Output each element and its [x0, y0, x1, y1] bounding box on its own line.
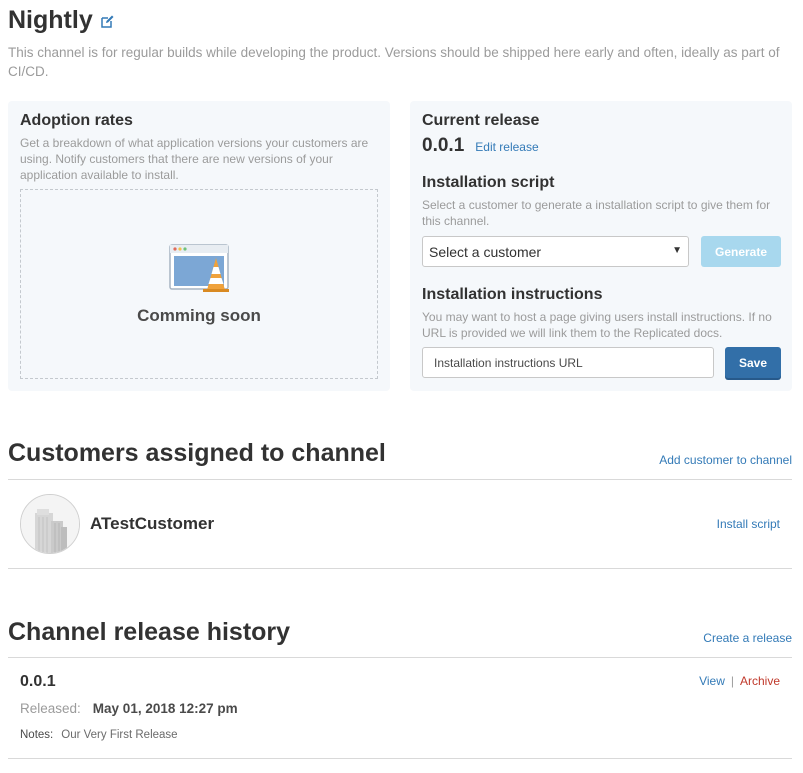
separator: | [730, 674, 734, 688]
installation-instructions-title: Installation instructions [422, 286, 603, 303]
add-customer-link[interactable]: Add customer to channel [659, 453, 792, 467]
customer-select-value: Select a customer [429, 244, 542, 260]
customer-name[interactable]: ATestCustomer [90, 514, 214, 534]
adoption-title: Adoption rates [20, 112, 133, 129]
release-version: 0.0.1 [20, 673, 56, 690]
current-release-title: Current release [422, 112, 540, 129]
released-date: May 01, 2018 12:27 pm [92, 701, 238, 716]
edit-icon[interactable] [100, 14, 115, 29]
release-notes-row: Notes: Our Very First Release [20, 729, 178, 741]
page-title: Nightly [8, 6, 93, 34]
coming-soon-label: Comming soon [137, 306, 261, 325]
channel-header: Nightly [8, 6, 115, 35]
customers-section-title: Customers assigned to channel [8, 439, 386, 467]
archive-release-link[interactable]: Archive [740, 674, 780, 688]
divider [8, 657, 792, 658]
release-notes: Our Very First Release [61, 729, 178, 741]
coming-soon-placeholder: Comming soon [20, 189, 378, 379]
installation-script-description: Select a customer to generate a installa… [422, 198, 771, 228]
release-panel: Current release 0.0.1 Edit release Insta… [410, 101, 792, 391]
save-button[interactable]: Save [725, 347, 781, 378]
edit-release-link[interactable]: Edit release [475, 140, 538, 154]
divider [8, 479, 792, 480]
view-release-link[interactable]: View [699, 674, 725, 688]
customer-select[interactable]: Select a customer ▼ [422, 236, 689, 267]
notes-label: Notes: [20, 729, 54, 741]
channel-description: This channel is for regular builds while… [8, 45, 780, 79]
release-actions: View | Archive [699, 674, 780, 688]
divider [8, 758, 792, 759]
create-release-link[interactable]: Create a release [703, 631, 792, 645]
adoption-rates-panel: Adoption rates Get a breakdown of what a… [8, 101, 390, 391]
customer-avatar [20, 494, 80, 554]
install-script-link[interactable]: Install script [717, 517, 780, 531]
current-release-version: 0.0.1 [422, 135, 465, 156]
generate-button[interactable]: Generate [701, 236, 781, 267]
release-history-title: Channel release history [8, 618, 291, 646]
caret-down-icon: ▼ [672, 245, 682, 256]
browser-traffic-cone-icon [169, 244, 231, 296]
installation-script-title: Installation script [422, 174, 555, 191]
instructions-url-input[interactable] [422, 347, 714, 378]
release-date-row: Released: May 01, 2018 12:27 pm [20, 701, 238, 716]
installation-instructions-description: You may want to host a page giving users… [422, 310, 772, 340]
released-label: Released: [20, 701, 81, 716]
current-release-row: 0.0.1 Edit release [422, 135, 539, 157]
divider [8, 568, 792, 569]
adoption-description: Get a breakdown of what application vers… [20, 136, 369, 182]
